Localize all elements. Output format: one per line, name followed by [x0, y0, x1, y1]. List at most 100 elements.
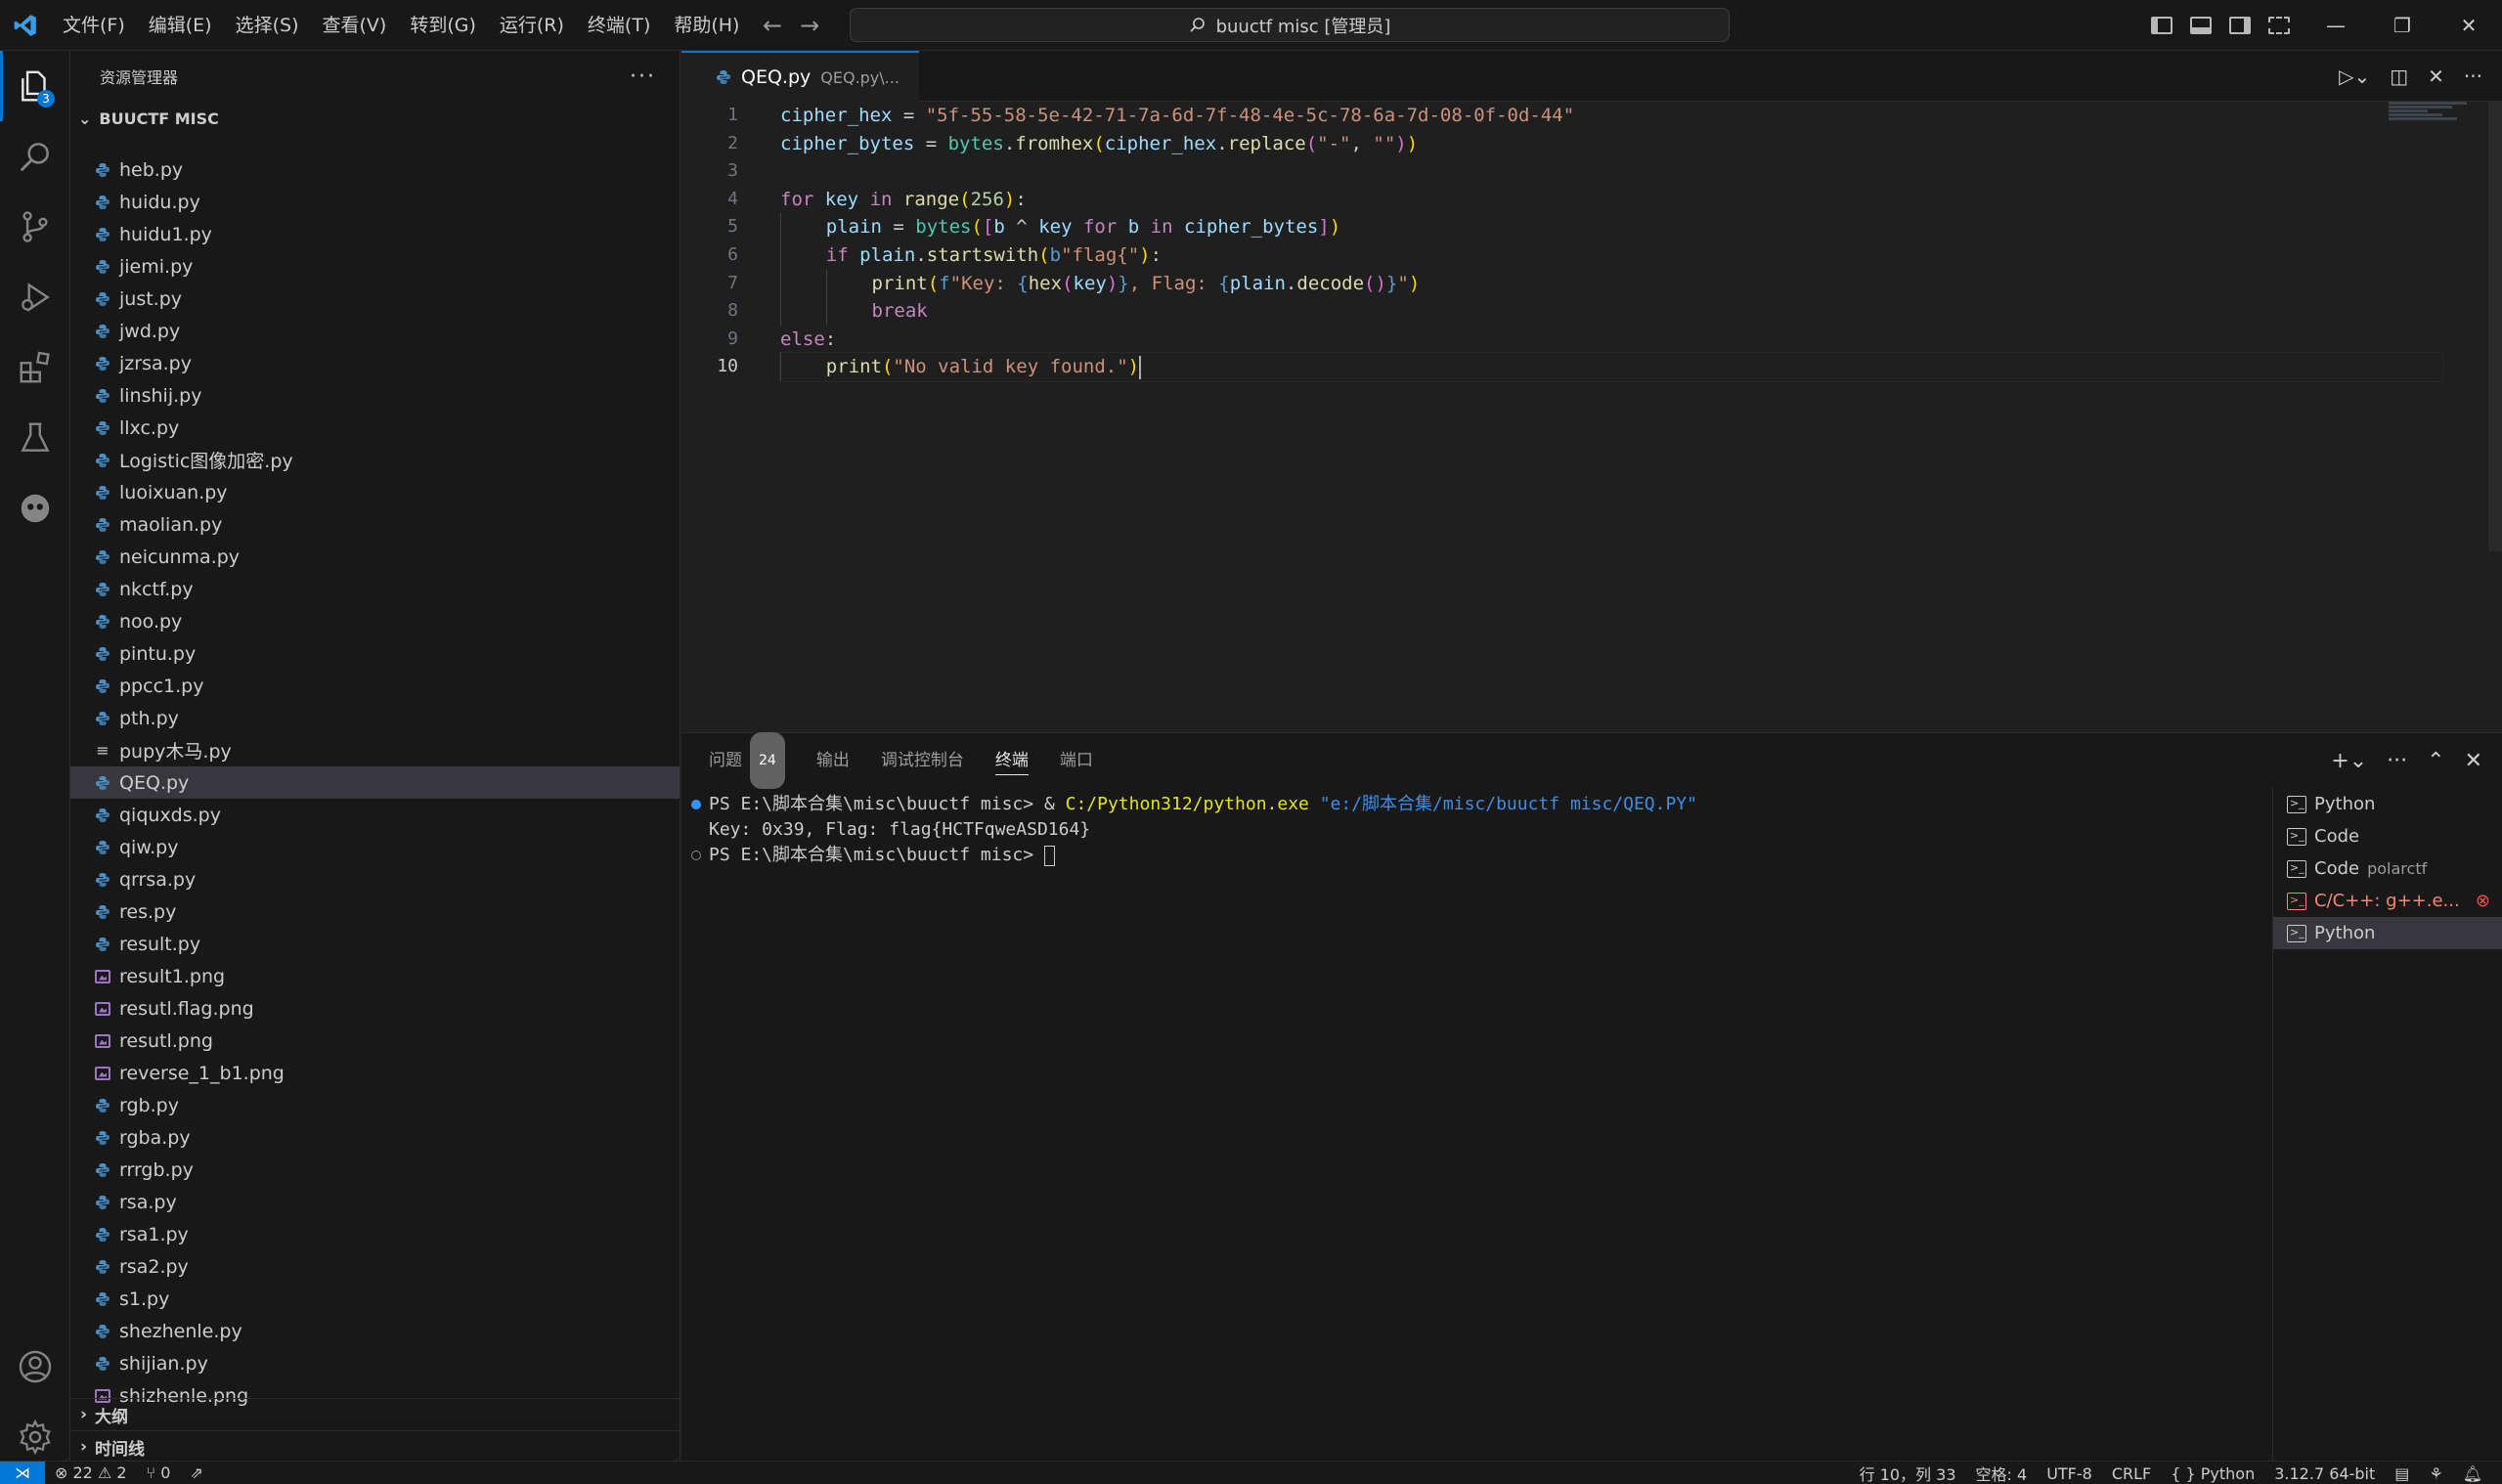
close-panel-icon[interactable]: ✕: [2465, 749, 2482, 773]
file-item[interactable]: luoixuan.py: [70, 476, 680, 508]
python-interpreter[interactable]: 3.12.7 64-bit: [2264, 1464, 2385, 1483]
file-item[interactable]: rgb.py: [70, 1089, 680, 1121]
terminal-output[interactable]: PS E:\脚本合集\misc\buuctf misc> & C:/Python…: [681, 792, 2271, 1457]
file-item[interactable]: rsa2.py: [70, 1250, 680, 1283]
language-mode[interactable]: { } Python: [2161, 1464, 2264, 1483]
file-item[interactable]: QEQ.py: [70, 766, 680, 799]
tab-qeq-py[interactable]: QEQ.py QEQ.py\...: [681, 51, 919, 102]
notifications-bell-icon[interactable]: 🔔︎: [2453, 1464, 2492, 1483]
more-actions-icon[interactable]: ···: [2464, 65, 2482, 88]
editor-scrollbar[interactable]: [2488, 102, 2502, 551]
command-success-dot[interactable]: [691, 800, 701, 809]
menu-go[interactable]: 转到(G): [398, 0, 488, 51]
menu-selection[interactable]: 选择(S): [224, 0, 311, 51]
file-item[interactable]: result.py: [70, 928, 680, 960]
run-python-file-icon[interactable]: ▷⌄: [2339, 65, 2370, 88]
file-item[interactable]: huidu1.py: [70, 218, 680, 250]
folder-header[interactable]: ⌄ BUUCTF MISC: [70, 102, 680, 135]
file-item[interactable]: Logistic图像加密.py: [70, 444, 680, 476]
file-item[interactable]: jiemi.py: [70, 250, 680, 283]
code-content[interactable]: cipher_hex = "5f-55-58-5e-42-71-7a-6d-7f…: [779, 102, 2443, 382]
file-item[interactable]: jzrsa.py: [70, 347, 680, 379]
file-item[interactable]: rsa1.py: [70, 1218, 680, 1250]
toggle-primary-sidebar-icon[interactable]: [2151, 17, 2173, 34]
toggle-panel-icon[interactable]: [2190, 17, 2212, 34]
timeline-section[interactable]: › 时间线: [70, 1430, 680, 1462]
remote-indicator-icon[interactable]: ⋊: [0, 1461, 45, 1484]
file-item[interactable]: qiquxds.py: [70, 799, 680, 831]
minimize-icon[interactable]: —: [2303, 0, 2369, 51]
split-editor-icon[interactable]: ◫: [2390, 65, 2408, 88]
file-item[interactable]: qrrsa.py: [70, 863, 680, 895]
file-item[interactable]: heb.py: [70, 153, 680, 186]
maximize-panel-icon[interactable]: ⌃: [2427, 749, 2444, 773]
file-item[interactable]: resutl.png: [70, 1025, 680, 1057]
forward-arrow-icon[interactable]: →: [800, 12, 819, 39]
file-item[interactable]: resutl.flag.png: [70, 992, 680, 1025]
file-item[interactable]: nkctf.py: [70, 573, 680, 605]
file-icon[interactable]: ▤: [2385, 1464, 2419, 1483]
indentation[interactable]: 空格: 4: [1966, 1462, 2038, 1484]
tab-problems[interactable]: 问题 24: [709, 732, 785, 789]
tab-output[interactable]: 输出: [816, 733, 850, 788]
end-of-line[interactable]: CRLF: [2102, 1464, 2161, 1483]
menu-edit[interactable]: 编辑(E): [137, 0, 224, 51]
file-item[interactable]: ppcc1.py: [70, 670, 680, 702]
file-item[interactable]: pintu.py: [70, 637, 680, 670]
problems-status[interactable]: ⊗ 22 ⚠ 2: [45, 1463, 137, 1482]
terminal-instance[interactable]: >_ Python: [2273, 917, 2502, 949]
file-item[interactable]: shijian.py: [70, 1347, 680, 1379]
toggle-secondary-sidebar-icon[interactable]: [2229, 17, 2251, 34]
tab-debug-console[interactable]: 调试控制台: [881, 733, 964, 788]
testing-flask-icon[interactable]: [0, 403, 70, 473]
outline-section[interactable]: › 大纲: [70, 1398, 680, 1430]
file-item[interactable]: s1.py: [70, 1283, 680, 1315]
tab-ports[interactable]: 端口: [1060, 733, 1093, 788]
file-item[interactable]: shezhenle.py: [70, 1315, 680, 1347]
more-actions-icon[interactable]: ···: [630, 65, 656, 89]
file-item[interactable]: noo.py: [70, 605, 680, 637]
command-center-search[interactable]: buuctf misc [管理员]: [850, 8, 1730, 42]
close-editors-icon[interactable]: ✕: [2428, 65, 2444, 88]
file-item[interactable]: just.py: [70, 283, 680, 315]
encoding[interactable]: UTF-8: [2037, 1464, 2102, 1483]
back-arrow-icon[interactable]: ←: [763, 12, 782, 39]
tab-terminal[interactable]: 终端: [994, 746, 1029, 775]
file-item[interactable]: qiw.py: [70, 831, 680, 863]
menu-run[interactable]: 运行(R): [488, 0, 576, 51]
file-item[interactable]: res.py: [70, 895, 680, 928]
file-item[interactable]: rgba.py: [70, 1121, 680, 1154]
search-icon[interactable]: [0, 121, 70, 192]
copilot-icon[interactable]: ⚘: [2419, 1464, 2452, 1483]
more-actions-icon[interactable]: ···: [2387, 749, 2407, 773]
minimap[interactable]: [2389, 102, 2477, 141]
file-item[interactable]: llxc.py: [70, 412, 680, 444]
extensions-icon[interactable]: [0, 332, 70, 403]
source-control-icon[interactable]: [0, 192, 70, 262]
customize-layout-icon[interactable]: [2268, 17, 2290, 34]
live-share-icon[interactable]: ⇗: [180, 1463, 212, 1482]
remote-explorer-icon[interactable]: [0, 473, 70, 544]
terminal-instance[interactable]: >_ Python: [2273, 788, 2502, 820]
file-item[interactable]: maolian.py: [70, 508, 680, 541]
menu-view[interactable]: 查看(V): [311, 0, 399, 51]
close-window-icon[interactable]: ✕: [2436, 0, 2502, 51]
new-terminal-icon[interactable]: +⌄: [2331, 749, 2367, 773]
file-item[interactable]: neicunma.py: [70, 541, 680, 573]
file-item[interactable]: linshij.py: [70, 379, 680, 412]
code-editor[interactable]: 1 2 3 4 5 6 7 8 9 10 cipher_hex = "5f-55-58-5e-42…: [681, 102, 2502, 732]
file-item[interactable]: ≡ pupy木马.py: [70, 734, 680, 766]
file-item[interactable]: rrrgb.py: [70, 1154, 680, 1186]
cursor-position[interactable]: 行 10，列 33: [1850, 1462, 1966, 1484]
explorer-icon[interactable]: 3: [0, 51, 70, 121]
file-item[interactable]: jwd.py: [70, 315, 680, 347]
ports-status[interactable]: ⑂ 0: [137, 1463, 181, 1482]
menu-help[interactable]: 帮助(H): [662, 0, 751, 51]
menu-file[interactable]: 文件(F): [51, 0, 137, 51]
file-item[interactable]: rsa.py: [70, 1186, 680, 1218]
accounts-icon[interactable]: [0, 1331, 70, 1402]
command-pending-dot[interactable]: [691, 851, 701, 860]
file-item[interactable]: result1.png: [70, 960, 680, 992]
run-debug-icon[interactable]: [0, 262, 70, 332]
file-item[interactable]: huidu.py: [70, 186, 680, 218]
